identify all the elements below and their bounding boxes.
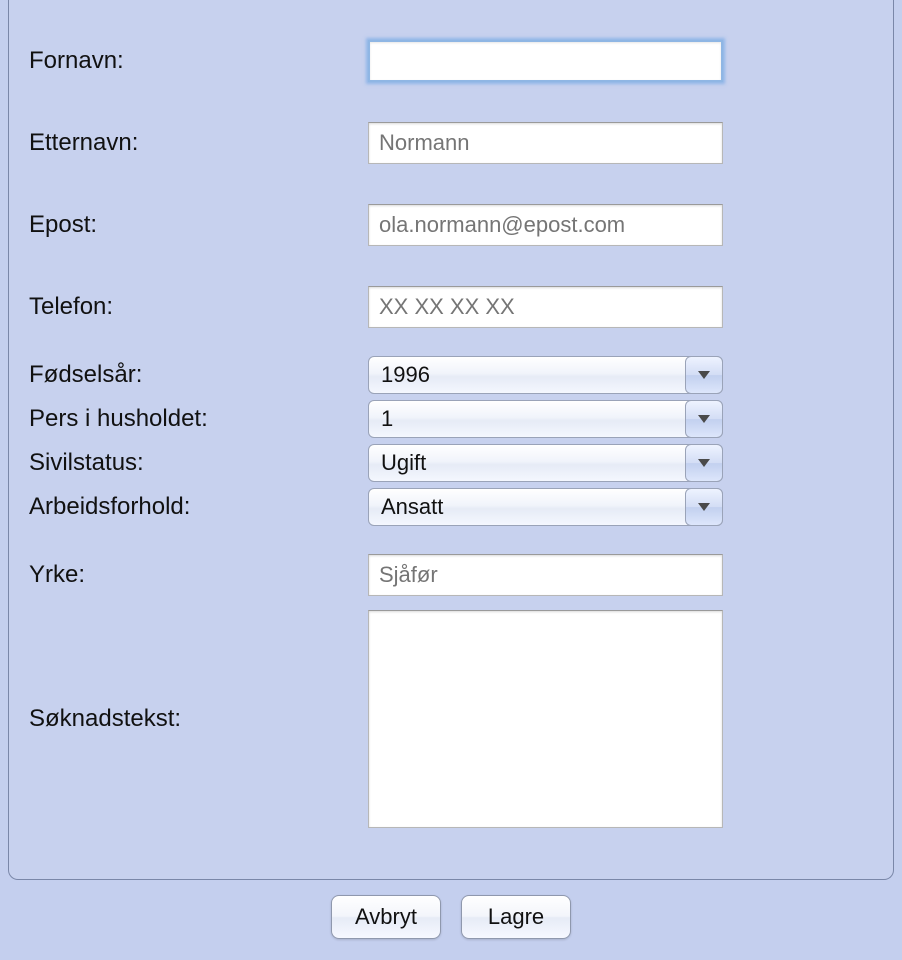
window: Fornavn: Etternavn: Epost: Telefon: Føds… <box>0 0 902 960</box>
label-telefon: Telefon: <box>23 293 368 321</box>
epost-input[interactable] <box>368 204 723 246</box>
label-fornavn: Fornavn: <box>23 47 368 75</box>
label-sivilstatus: Sivilstatus: <box>23 449 368 477</box>
chevron-down-icon <box>685 488 723 526</box>
pers-hushold-select[interactable]: 1 <box>368 400 723 438</box>
chevron-down-icon <box>685 356 723 394</box>
row-arbeidsforhold: Arbeidsforhold: Ansatt <box>23 488 879 526</box>
button-bar: Avbryt Lagre <box>0 895 902 939</box>
form-panel: Fornavn: Etternavn: Epost: Telefon: Føds… <box>8 0 894 880</box>
row-yrke: Yrke: <box>23 554 879 596</box>
row-etternavn: Etternavn: <box>23 122 879 164</box>
label-etternavn: Etternavn: <box>23 129 368 157</box>
soknadstekst-textarea[interactable] <box>368 610 723 828</box>
chevron-down-icon <box>685 400 723 438</box>
fodselsar-select-value: 1996 <box>368 356 723 394</box>
yrke-input[interactable] <box>368 554 723 596</box>
label-fodselsar: Fødselsår: <box>23 361 368 389</box>
fornavn-input[interactable] <box>368 40 723 82</box>
sivilstatus-select-value: Ugift <box>368 444 723 482</box>
telefon-input[interactable] <box>368 286 723 328</box>
arbeidsforhold-select-value: Ansatt <box>368 488 723 526</box>
arbeidsforhold-select[interactable]: Ansatt <box>368 488 723 526</box>
etternavn-input[interactable] <box>368 122 723 164</box>
row-epost: Epost: <box>23 204 879 246</box>
row-soknadstekst: Søknadstekst: <box>23 610 879 828</box>
row-pers-hushold: Pers i husholdet: 1 <box>23 400 879 438</box>
chevron-down-icon <box>685 444 723 482</box>
save-button[interactable]: Lagre <box>461 895 571 939</box>
label-arbeidsforhold: Arbeidsforhold: <box>23 493 368 521</box>
pers-hushold-select-value: 1 <box>368 400 723 438</box>
row-fodselsar: Fødselsår: 1996 <box>23 356 879 394</box>
label-pers-hushold: Pers i husholdet: <box>23 405 368 433</box>
row-telefon: Telefon: <box>23 286 879 328</box>
label-yrke: Yrke: <box>23 561 368 589</box>
fodselsar-select[interactable]: 1996 <box>368 356 723 394</box>
row-fornavn: Fornavn: <box>23 40 879 82</box>
cancel-button[interactable]: Avbryt <box>331 895 441 939</box>
sivilstatus-select[interactable]: Ugift <box>368 444 723 482</box>
label-soknadstekst: Søknadstekst: <box>23 705 368 733</box>
label-epost: Epost: <box>23 211 368 239</box>
row-sivilstatus: Sivilstatus: Ugift <box>23 444 879 482</box>
